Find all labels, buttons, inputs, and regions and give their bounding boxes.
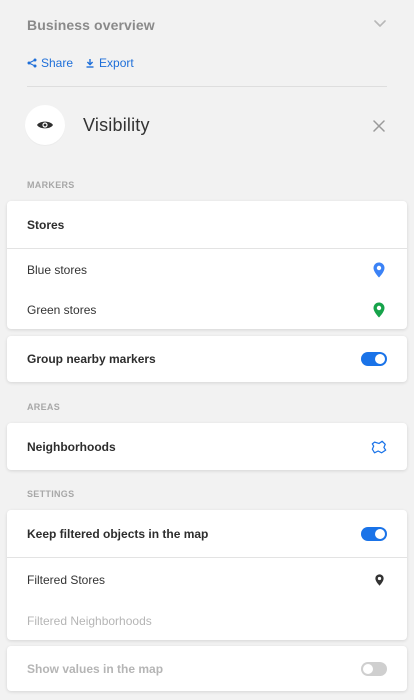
show-values-label: Show values in the map [27,661,164,676]
show-values-row: Show values in the map [7,646,407,691]
settings-card: Keep filtered objects in the map Filtere… [7,510,407,640]
header-actions: Share Export [27,56,134,70]
polygon-area-icon [371,439,387,455]
keep-filtered-label: Keep filtered objects in the map [27,526,209,541]
group-nearby-toggle[interactable] [361,352,387,366]
share-icon [27,58,37,68]
section-label-markers: MARKERS [27,180,75,190]
close-icon[interactable] [373,119,385,132]
neighborhoods-label: Neighborhoods [27,439,116,454]
blue-stores-label: Blue stores [27,263,88,277]
list-item-neighborhoods[interactable]: Neighborhoods [7,423,407,470]
group-markers-card: Group nearby markers [7,336,407,382]
list-item-filtered-neighborhoods[interactable]: Filtered Neighborhoods [7,601,407,640]
eye-icon [25,105,65,145]
toggle-knob [375,528,385,539]
map-pin-icon [371,262,387,278]
download-icon [86,59,94,68]
show-values-card: Show values in the map [7,646,407,691]
stores-group-header: Stores [7,201,407,248]
keep-filtered-toggle[interactable] [361,526,387,541]
share-label: Share [41,56,74,70]
stores-label: Stores [27,217,65,232]
keep-filtered-row: Keep filtered objects in the map [7,510,407,557]
toggle-knob [363,663,373,674]
page-title: Business overview [27,17,155,33]
filtered-neighborhoods-label: Filtered Neighborhoods [27,613,152,628]
section-label-settings: SETTINGS [27,489,75,499]
map-pin-icon [371,572,387,588]
list-item-filtered-stores[interactable]: Filtered Stores [7,557,407,601]
green-stores-label: Green stores [27,303,97,317]
chevron-down-icon[interactable] [373,17,387,31]
filtered-stores-label: Filtered Stores [27,572,106,587]
visibility-title: Visibility [83,115,150,135]
areas-card: Neighborhoods [7,423,407,470]
group-nearby-row: Group nearby markers [7,336,407,382]
section-label-areas: AREAS [27,402,61,412]
list-item-green-stores[interactable]: Green stores [7,291,407,329]
map-pin-icon [371,302,387,318]
visibility-header: Visibility [25,105,389,147]
export-label: Export [99,56,134,70]
share-button[interactable]: Share [27,56,73,70]
header: Business overview Share Export [27,0,387,87]
markers-card: Stores Blue stores Green stores [7,201,407,329]
toggle-knob [375,354,385,364]
show-values-toggle[interactable] [361,661,387,676]
group-nearby-label: Group nearby markers [27,352,156,366]
list-item-blue-stores[interactable]: Blue stores [7,248,407,291]
export-button[interactable]: Export [85,56,134,70]
